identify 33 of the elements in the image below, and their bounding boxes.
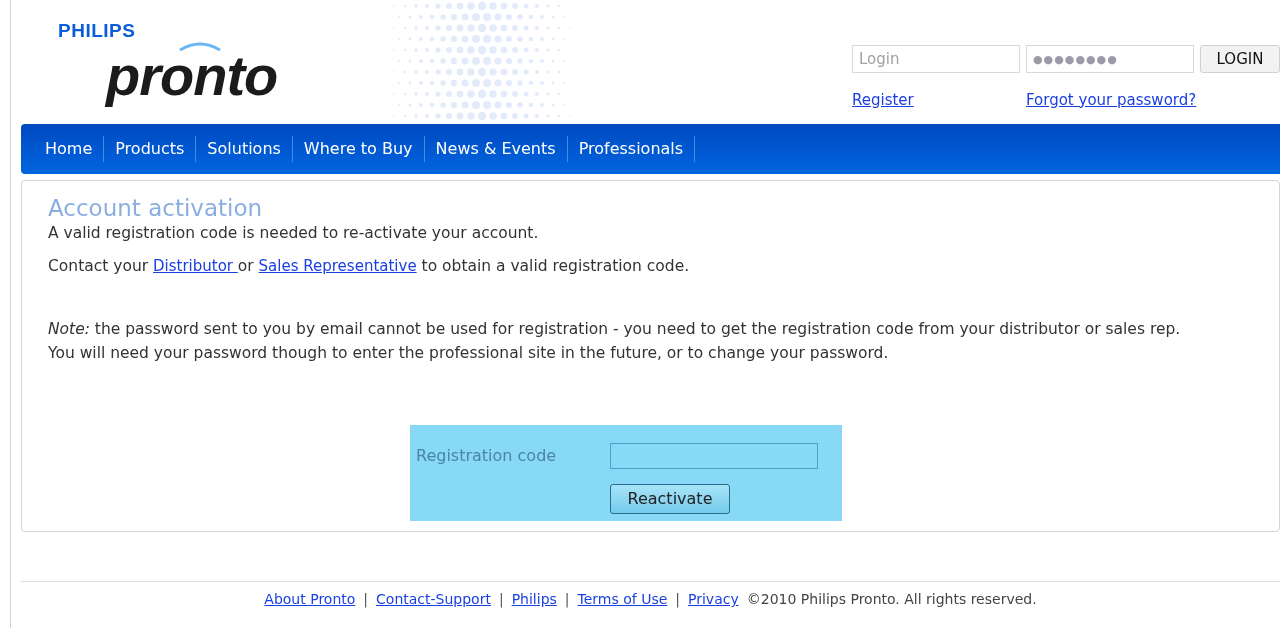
field-label: Registration code <box>416 445 558 467</box>
separator: | <box>564 591 570 607</box>
contact-link[interactable]: Distributor <box>153 257 238 275</box>
separator: | <box>498 591 504 607</box>
separator: | <box>675 591 681 607</box>
login-button[interactable]: LOGIN <box>1200 45 1280 73</box>
footer-link[interactable]: Philips <box>511 591 557 607</box>
footer-link[interactable]: Terms of Use <box>577 591 668 607</box>
note-text: Note: the password sent to you by email cannot be used for registration - you need to get the registration code from your distributor or sales rep. <box>48 319 1182 340</box>
separator: | <box>363 591 369 607</box>
footer-link[interactable]: Contact-Support <box>376 591 491 607</box>
footer-link[interactable]: Privacy <box>688 591 739 607</box>
product-logo-text: pronto <box>104 46 279 109</box>
intro-text: A valid registration code is needed to re-activate your account. <box>48 223 540 244</box>
copyright-text: ©2010 Philips Pronto. All rights reserved. <box>746 591 1037 607</box>
signal-waves-icon <box>178 40 222 52</box>
contact-link[interactable]: Sales Representative <box>258 257 417 275</box>
note-text: You will need your password though to enter the professional site in the future, or to change your password. <box>48 343 890 364</box>
footer-link[interactable]: About Pronto <box>264 591 356 607</box>
nav-link[interactable]: Where to Buy <box>292 136 425 162</box>
reactivate-button[interactable]: Reactivate <box>610 483 730 514</box>
nav-link[interactable]: News & Events <box>424 136 568 162</box>
forgot-password-link[interactable]: Forgot your password? <box>1026 90 1197 124</box>
registration-code-field[interactable] <box>610 443 818 469</box>
nav-link[interactable]: Home <box>34 136 105 162</box>
nav-link[interactable]: Products <box>104 136 197 162</box>
nav-link[interactable]: Professionals <box>567 136 696 162</box>
brand-logo-text: PHILIPS <box>58 20 137 42</box>
login-field[interactable]: Login <box>852 45 1020 73</box>
contact-text: Contact your Distributor or Sales Representative to obtain a valid registration code. <box>48 256 691 277</box>
register-link[interactable]: Register <box>852 90 914 124</box>
nav-link[interactable]: Solutions <box>196 136 293 162</box>
page-title: Account activation <box>48 195 264 221</box>
